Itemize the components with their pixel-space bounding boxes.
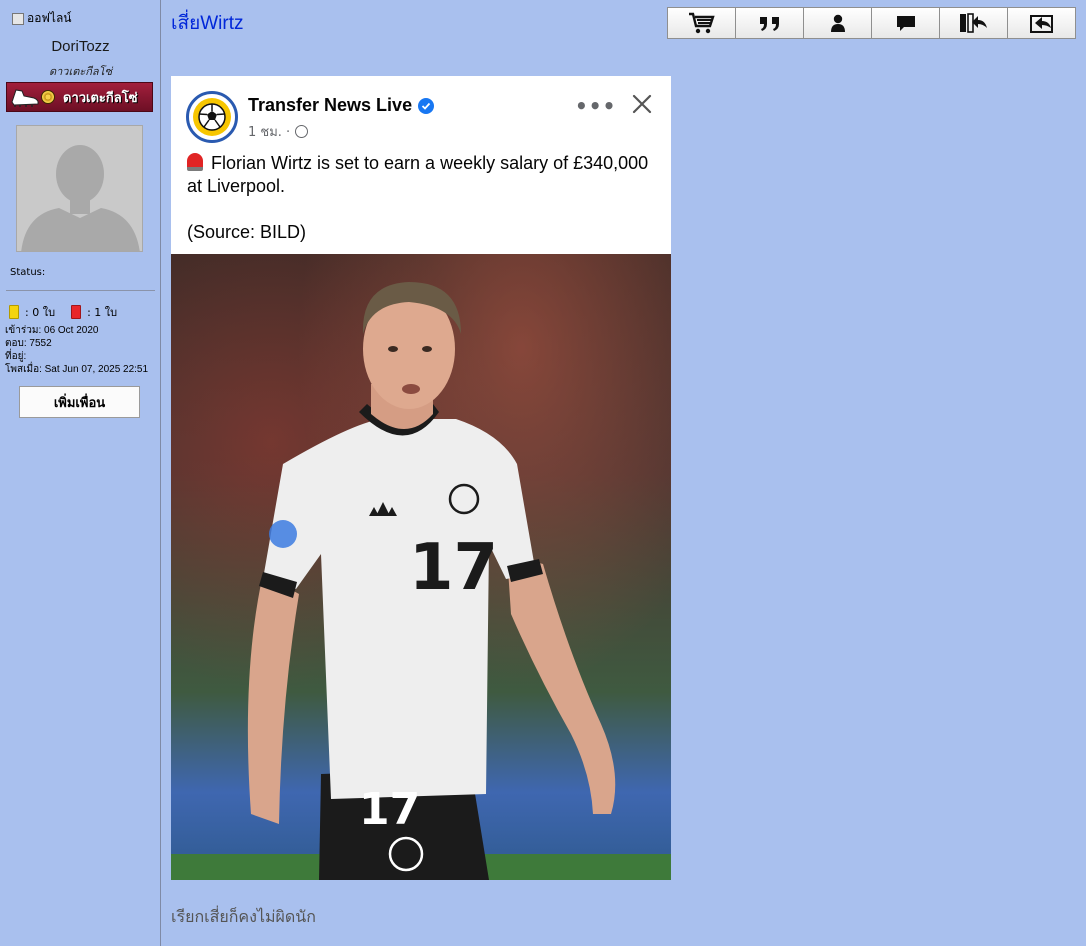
username[interactable]: DoriTozz	[0, 38, 161, 55]
rank-badge: ดาวเตะกีลโซ่	[6, 82, 153, 112]
card-counts: : 0 ใบ : 1 ใบ	[9, 303, 117, 321]
football-boot-icon	[9, 83, 41, 111]
offline-indicator-icon	[12, 12, 24, 25]
joined-date: เข้าร่วม: 06 Oct 2020	[5, 325, 99, 336]
posted-time: โพสเมื่อ: Sat Jun 07, 2025 22:51	[5, 364, 149, 375]
timestamp-text: 1 ชม. ·	[248, 125, 291, 140]
online-status: ออฟไลน์	[12, 9, 72, 28]
cart-icon	[688, 12, 715, 34]
player-photo-illustration: 17 17	[171, 282, 671, 880]
yellow-card-icon	[9, 305, 19, 319]
location: ที่อยู่:	[5, 351, 27, 362]
more-options-icon[interactable]: •••	[575, 94, 616, 118]
reply-button[interactable]	[1007, 7, 1076, 39]
user-rank-title: ดาวเตะกีลโซ่	[48, 65, 113, 78]
page-logo[interactable]	[186, 91, 238, 143]
siren-icon	[187, 153, 203, 171]
post-toolbar	[667, 7, 1076, 39]
status-label: Status:	[10, 267, 46, 278]
jersey-number: 17	[409, 531, 498, 605]
post-timestamp[interactable]: 1 ชม. ·	[248, 121, 309, 142]
report-button[interactable]	[939, 7, 1008, 39]
user-sidebar: ออฟไลน์ DoriTozz ดาวเตะกีลโซ่ ดาวเตะกีลโ…	[0, 0, 161, 946]
facebook-embed[interactable]: Transfer News Live 1 ชม. · ••• Florian W…	[171, 76, 671, 880]
message-icon	[896, 16, 915, 31]
globe-icon	[295, 125, 309, 138]
post-body-text: เรียกเสี่ยก็คงไม่ผิดนัก	[171, 907, 316, 926]
shorts-number: 17	[359, 784, 420, 835]
default-avatar-icon	[17, 126, 142, 251]
page-name-link[interactable]: Transfer News Live	[248, 95, 435, 116]
quote-button[interactable]	[735, 7, 804, 39]
profile-icon	[830, 14, 845, 32]
online-status-text: ออฟไลน์	[27, 11, 72, 25]
report-icon	[959, 13, 987, 33]
avatar[interactable]	[16, 125, 143, 252]
profile-button[interactable]	[803, 7, 872, 39]
post-text-line: Florian Wirtz is set to earn a weekly sa…	[187, 153, 649, 196]
post-title-link[interactable]: เสี่ยWirtz	[171, 8, 243, 38]
private-message-button[interactable]	[871, 7, 940, 39]
quote-icon	[759, 17, 779, 31]
yellow-card-count: : 0 ใบ	[25, 306, 56, 319]
verified-badge-icon	[418, 97, 435, 114]
football-icon	[41, 90, 55, 104]
football-logo-icon	[193, 98, 231, 136]
close-icon[interactable]	[631, 93, 653, 119]
rank-badge-label: ดาวเตะกีลโซ่	[63, 90, 138, 106]
divider	[6, 290, 155, 291]
add-friend-button[interactable]: เพิ่มเพื่อน	[19, 386, 140, 418]
post-photo[interactable]: 17 17	[171, 254, 671, 880]
red-card-count: : 1 ใบ	[87, 306, 118, 319]
red-card-icon	[71, 305, 82, 319]
reply-count: ตอบ: 7552	[5, 338, 52, 349]
post-text: Florian Wirtz is set to earn a weekly sa…	[187, 152, 657, 244]
page-name-text: Transfer News Live	[248, 95, 413, 115]
shop-button[interactable]	[667, 7, 736, 39]
user-info: เข้าร่วม: 06 Oct 2020 ตอบ: 7552 ที่อยู่:…	[5, 324, 148, 376]
reply-icon	[1029, 15, 1053, 33]
post-source-line: (Source: BILD)	[187, 222, 307, 242]
